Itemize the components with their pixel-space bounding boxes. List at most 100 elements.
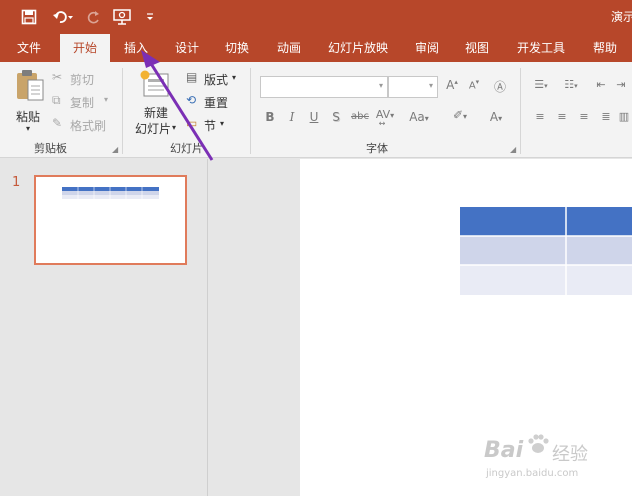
watermark-product: 经验 <box>552 444 588 465</box>
bold-button[interactable]: B <box>262 110 278 124</box>
format-painter-button[interactable]: ✎ 格式刷 <box>52 116 116 134</box>
paste-button[interactable]: 粘贴 ▾ <box>10 68 50 134</box>
character-spacing-button[interactable]: AV ↔ ▾ <box>372 108 398 128</box>
change-case-label: Aa <box>409 110 425 124</box>
italic-button[interactable]: I <box>284 110 300 124</box>
increase-indent-icon[interactable]: ⇥ <box>614 78 628 91</box>
tab-view[interactable]: 视图 <box>456 34 498 62</box>
highlight-dropdown-icon: ▾ <box>463 112 468 121</box>
group-divider <box>520 68 521 154</box>
powerpoint-window: 演示 文件 开始 插入 设计 切换 动画 幻灯片放映 审阅 视图 开发工具 帮助… <box>0 0 632 496</box>
highlight-icon: ✐ <box>452 108 464 122</box>
group-label-slides: 幻灯片 <box>170 142 203 155</box>
reset-label: 重置 <box>204 96 229 110</box>
align-center-icon[interactable]: ≡ <box>554 110 570 123</box>
tab-help[interactable]: 帮助 <box>584 34 626 62</box>
change-case-button[interactable]: Aa▾ <box>404 110 434 124</box>
copy-icon: ⧉ <box>52 93 61 107</box>
ribbon-home: 粘贴 ▾ ✂ 剪切 ⧉ 复制 ▾ ✎ 格式刷 剪贴板 ◢ 新建 幻灯片 ▾ ▤ … <box>0 62 632 158</box>
watermark-url: jingyan.baidu.com <box>486 468 579 479</box>
format-painter-label: 格式刷 <box>70 119 107 133</box>
present-from-start-icon[interactable] <box>112 6 134 28</box>
increase-font-size-icon[interactable]: A▴ <box>444 78 460 92</box>
new-slide-button[interactable]: 新建 幻灯片 ▾ <box>130 68 180 136</box>
copy-button[interactable]: ⧉ 复制 ▾ <box>52 93 116 111</box>
new-slide-label-top: 新建 <box>144 106 169 120</box>
section-icon: ▭ <box>186 116 198 130</box>
paste-icon <box>17 70 44 101</box>
paste-dropdown-icon[interactable]: ▾ <box>26 124 30 133</box>
font-launcher-icon[interactable]: ◢ <box>510 145 516 154</box>
bullets-icon[interactable]: ☰▾ <box>530 78 552 91</box>
tab-home[interactable]: 开始 <box>60 34 110 62</box>
decrease-indent-icon[interactable]: ⇤ <box>594 78 608 91</box>
strikethrough-button[interactable]: abc <box>348 111 372 122</box>
tab-file[interactable]: 文件 <box>8 34 50 62</box>
section-label: 节 <box>204 119 217 133</box>
cut-button[interactable]: ✂ 剪切 <box>52 70 112 88</box>
new-slide-icon <box>140 70 169 97</box>
highlight-button[interactable]: ✐▾ <box>446 108 474 122</box>
section-dropdown-icon[interactable]: ▾ <box>220 119 224 128</box>
tab-developer[interactable]: 开发工具 <box>506 34 576 62</box>
reset-icon: ⟲ <box>186 93 197 107</box>
tab-design[interactable]: 设计 <box>166 34 208 62</box>
document-title: 演示 <box>611 10 632 24</box>
slide-number: 1 <box>12 175 21 190</box>
decrease-font-size-icon[interactable]: A▾ <box>466 78 482 91</box>
align-left-icon[interactable]: ≡ <box>532 110 548 123</box>
thumbnail-table-preview <box>62 187 159 199</box>
justify-icon[interactable]: ≣ <box>598 110 614 123</box>
new-slide-dropdown-icon[interactable]: ▾ <box>172 123 176 132</box>
font-color-dropdown-icon: ▾ <box>498 114 503 123</box>
title-bar: 演示 <box>0 0 632 34</box>
font-name-dropdown-icon[interactable]: ▾ <box>379 81 383 90</box>
distributed-icon[interactable]: ▥ <box>618 110 630 123</box>
ribbon-tabs: 文件 开始 插入 设计 切换 动画 幻灯片放映 审阅 视图 开发工具 帮助 <box>0 34 632 62</box>
watermark-brand: Bai <box>484 438 524 463</box>
slide-thumbnail[interactable] <box>34 175 187 265</box>
customize-qat-icon[interactable] <box>142 6 158 28</box>
font-name-combo[interactable]: ▾ <box>260 76 388 98</box>
cut-label: 剪切 <box>70 73 95 87</box>
brush-icon: ✎ <box>52 116 63 130</box>
font-color-label: A <box>489 110 499 124</box>
font-color-button[interactable]: A▾ <box>482 110 510 124</box>
tab-review[interactable]: 审阅 <box>406 34 448 62</box>
clipboard-launcher-icon[interactable]: ◢ <box>112 145 118 154</box>
section-button[interactable]: ▭ 节 ▾ <box>186 116 242 134</box>
paw-icon <box>528 434 549 453</box>
character-spacing-arrows-icon: ↔ <box>378 119 386 128</box>
font-size-combo[interactable]: ▾ <box>388 76 438 98</box>
undo-icon[interactable] <box>50 6 76 28</box>
change-case-dropdown-icon: ▾ <box>424 114 429 123</box>
reset-button[interactable]: ⟲ 重置 <box>186 93 242 111</box>
group-divider <box>122 68 123 154</box>
copy-label: 复制 <box>70 96 95 110</box>
tab-transitions[interactable]: 切换 <box>216 34 258 62</box>
new-slide-label-bottom: 幻灯片 <box>135 122 172 136</box>
tab-insert[interactable]: 插入 <box>114 34 158 62</box>
underline-button[interactable]: U <box>306 110 322 124</box>
paste-label: 粘贴 <box>16 110 41 124</box>
layout-button[interactable]: ▤ 版式 ▾ <box>186 70 242 88</box>
baidu-jingyan-watermark: Bai 经验 jingyan.baidu.com <box>484 428 614 488</box>
font-size-dropdown-icon[interactable]: ▾ <box>429 81 433 90</box>
group-label-font: 字体 <box>366 142 388 155</box>
tab-slideshow[interactable]: 幻灯片放映 <box>318 34 398 62</box>
copy-dropdown-icon[interactable]: ▾ <box>104 95 108 104</box>
layout-label: 版式 <box>204 73 229 87</box>
align-right-icon[interactable]: ≡ <box>576 110 592 123</box>
scissors-icon: ✂ <box>52 70 63 84</box>
numbering-icon[interactable]: ☷▾ <box>560 78 582 91</box>
numbering-dropdown-icon: ▾ <box>574 82 578 90</box>
save-icon[interactable] <box>18 6 40 28</box>
layout-icon: ▤ <box>186 70 198 84</box>
tab-animations[interactable]: 动画 <box>268 34 310 62</box>
shadow-button[interactable]: S <box>328 110 344 124</box>
redo-icon[interactable] <box>84 6 104 28</box>
group-label-clipboard: 剪贴板 <box>34 142 67 155</box>
clear-formatting-icon[interactable]: Ⓐ <box>492 78 508 95</box>
group-divider <box>250 68 251 154</box>
layout-dropdown-icon[interactable]: ▾ <box>232 73 236 82</box>
